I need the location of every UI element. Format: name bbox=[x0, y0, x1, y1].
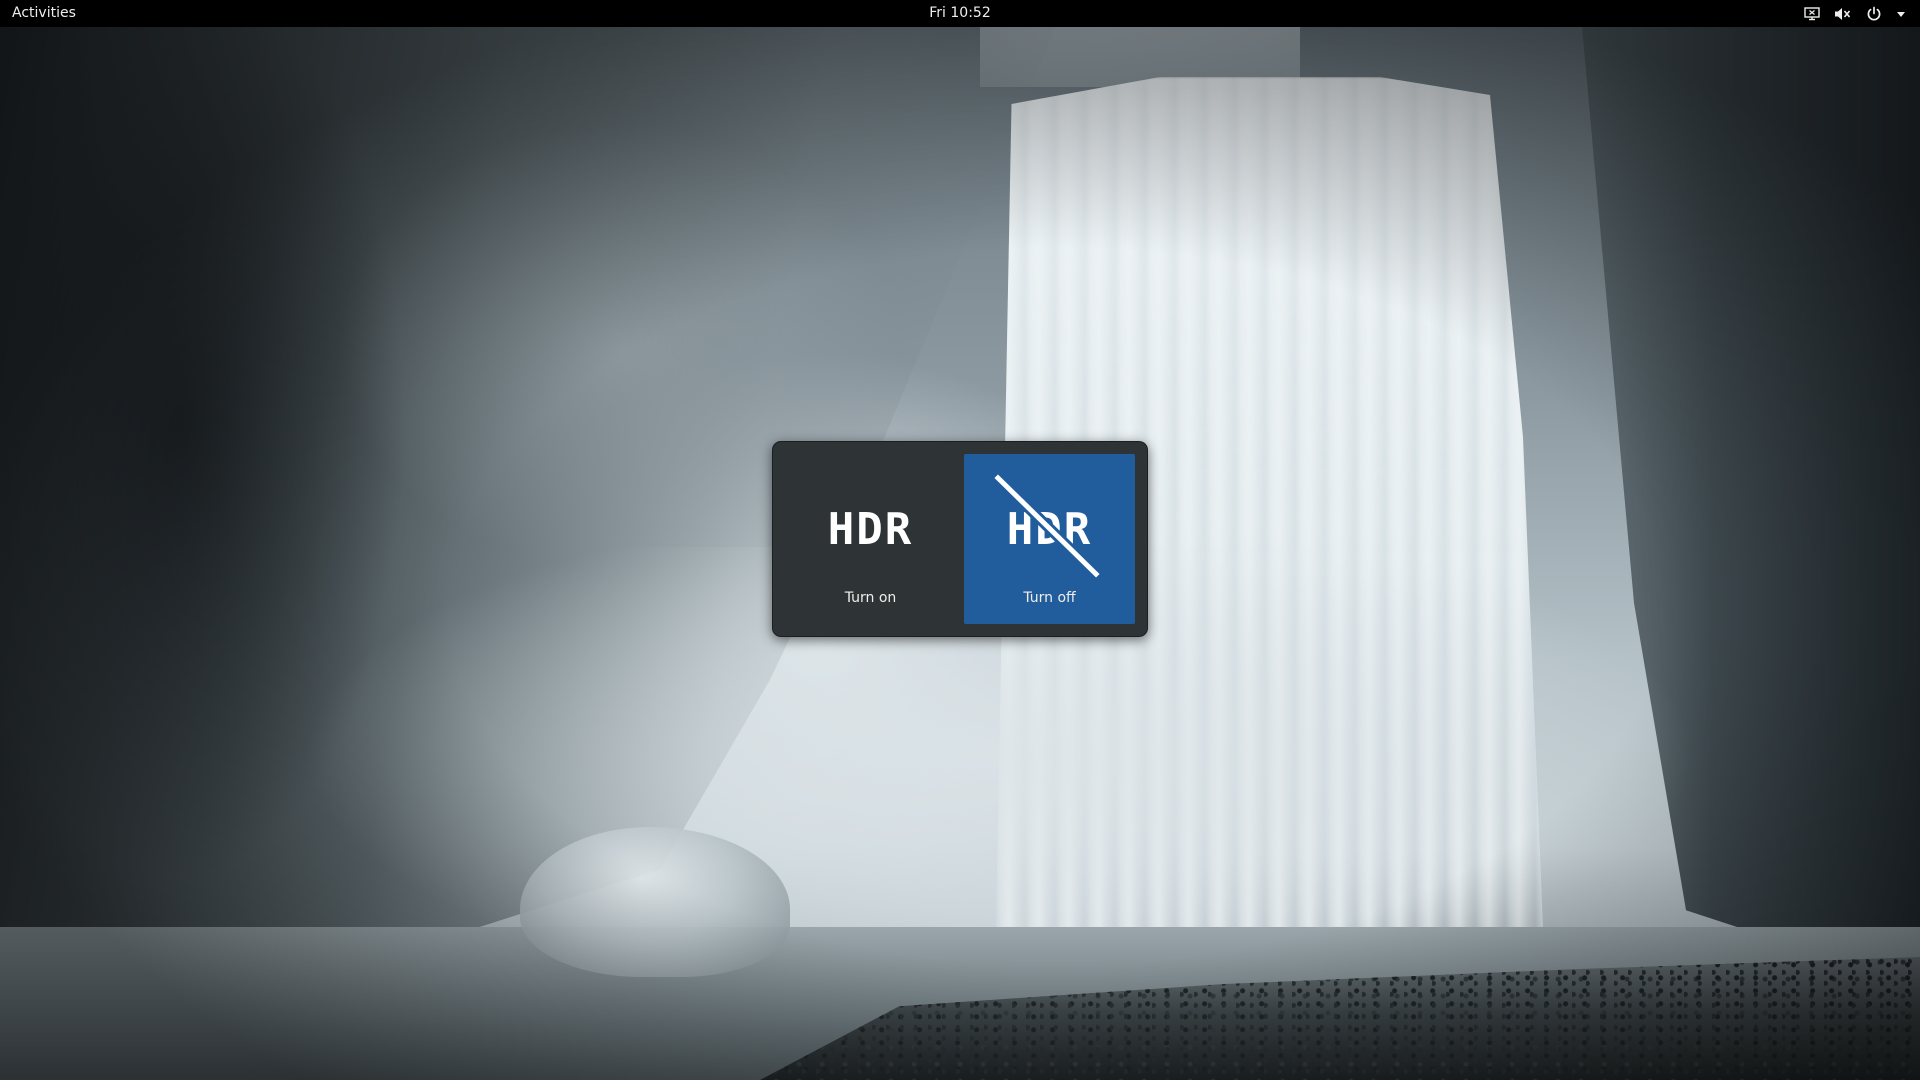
hdr-turn-on-label: Turn on bbox=[844, 590, 897, 606]
clock-button[interactable]: Fri 10:52 bbox=[919, 0, 1000, 27]
screen-share-icon bbox=[1804, 6, 1820, 21]
volume-muted-icon bbox=[1834, 6, 1852, 22]
desktop-screen: Activities Fri 10:52 HDR Turn on Turn of… bbox=[0, 0, 1920, 1080]
power-icon bbox=[1866, 6, 1882, 22]
hdr-on-icon: HDR bbox=[828, 504, 913, 555]
hdr-on-glyph-text: HDR bbox=[828, 504, 913, 555]
top-bar: Activities Fri 10:52 bbox=[0, 0, 1920, 27]
hdr-turn-on-option[interactable]: HDR Turn on bbox=[785, 454, 956, 624]
dropdown-arrow-icon bbox=[1896, 10, 1906, 18]
hdr-switcher-popup: HDR Turn on HDR Turn off bbox=[772, 441, 1148, 637]
hdr-turn-off-option[interactable]: HDR Turn off bbox=[964, 454, 1135, 624]
system-status-menu[interactable] bbox=[1798, 0, 1912, 27]
activities-button[interactable]: Activities bbox=[0, 0, 88, 27]
hdr-off-icon: HDR bbox=[994, 474, 1100, 578]
hdr-turn-off-label: Turn off bbox=[1023, 590, 1076, 606]
